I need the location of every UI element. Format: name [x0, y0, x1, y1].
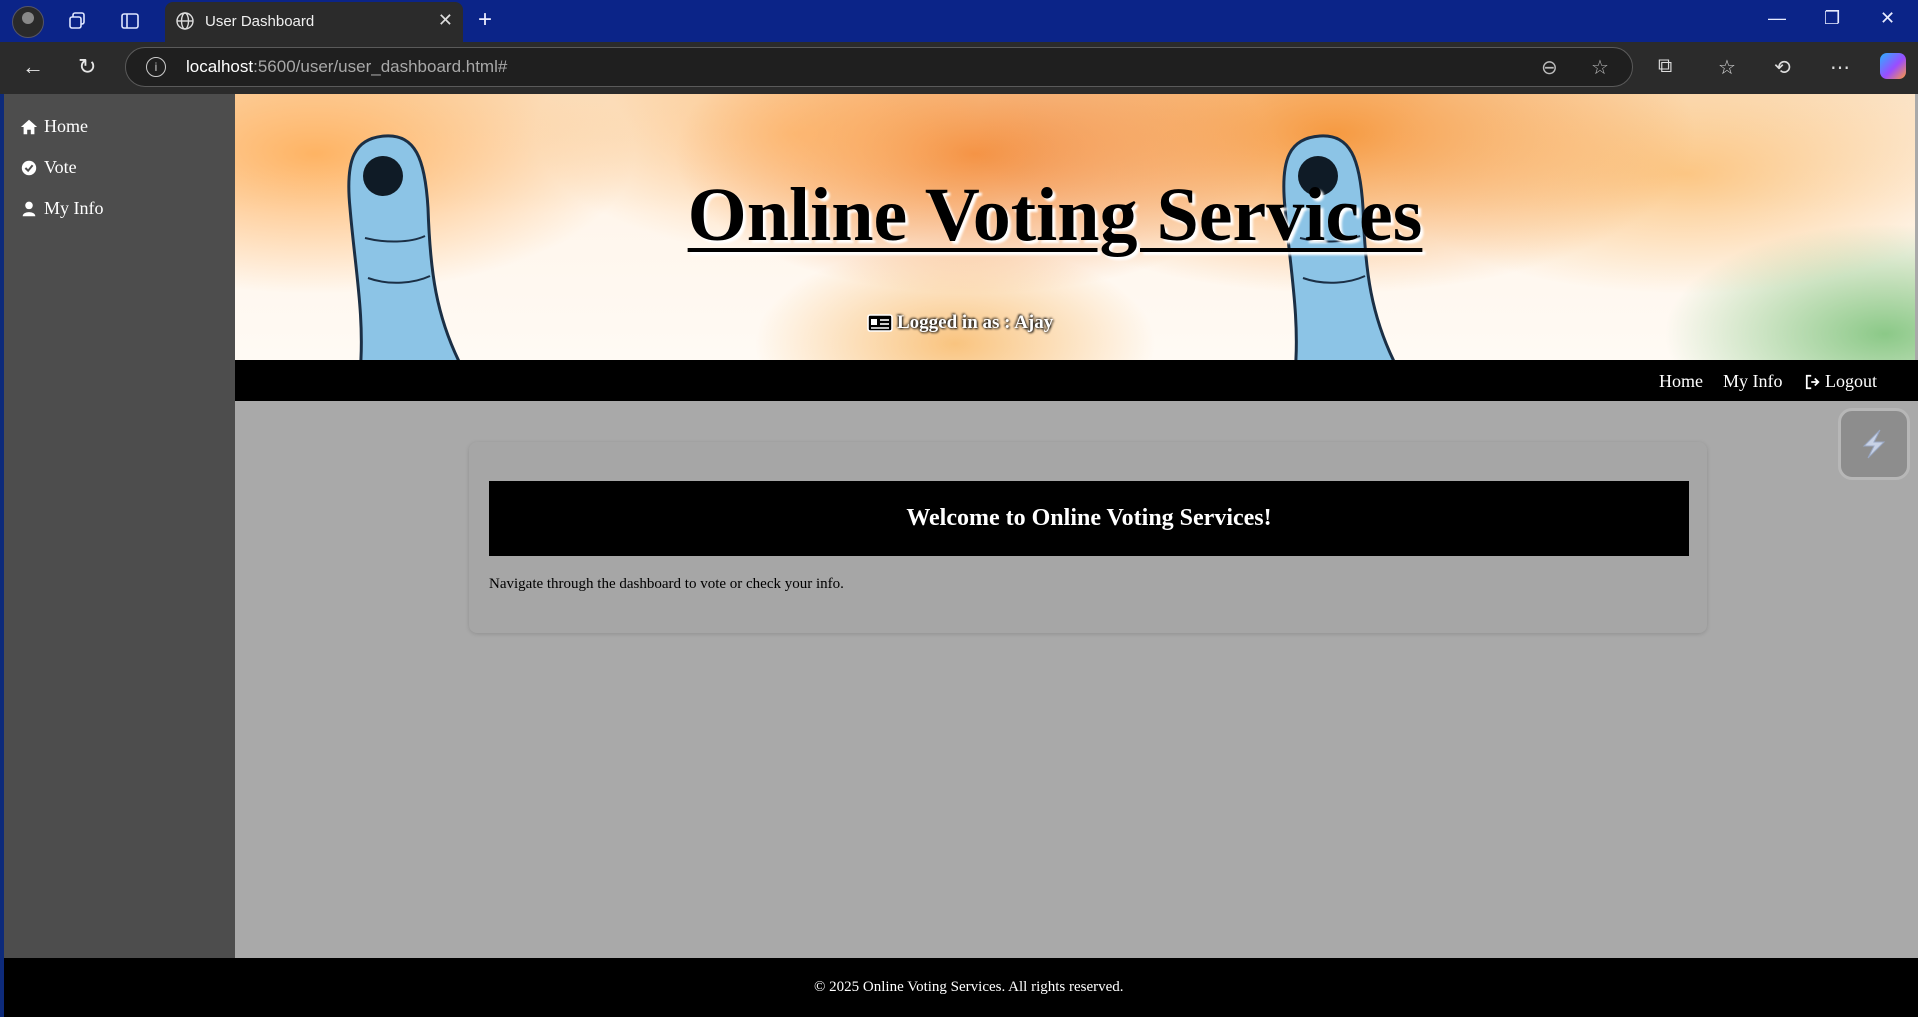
check-circle-icon — [21, 160, 37, 175]
more-menu-icon[interactable]: ⋯ — [1830, 55, 1850, 80]
top-navbar: Home My Info Logout — [235, 360, 1918, 401]
close-tab-icon[interactable]: ✕ — [438, 10, 453, 31]
nav-link-my-info[interactable]: My Info — [1723, 371, 1783, 392]
lightning-slash-icon — [1862, 429, 1886, 459]
nav-link-logout-label: Logout — [1825, 371, 1877, 391]
browser-tab-bar: User Dashboard ✕ + — ❐ ✕ — [0, 0, 1918, 42]
address-bar[interactable]: i localhost:5600/user/user_dashboard.htm… — [125, 47, 1633, 87]
home-icon — [20, 119, 38, 134]
profile-avatar[interactable] — [12, 6, 44, 38]
extensions-icon[interactable]: ⧉ — [1658, 55, 1672, 78]
page-footer: © 2025 Online Voting Services. All right… — [4, 958, 1918, 1017]
active-tab[interactable]: User Dashboard ✕ — [165, 2, 463, 42]
refresh-icon[interactable]: ↻ — [78, 54, 96, 80]
nav-link-home[interactable]: Home — [1659, 371, 1703, 392]
copilot-icon[interactable] — [1880, 53, 1906, 79]
back-icon[interactable]: ← — [22, 54, 44, 80]
close-window-icon[interactable]: ✕ — [1880, 8, 1895, 29]
favorite-star-icon[interactable]: ☆ — [1591, 55, 1609, 80]
logout-icon — [1805, 374, 1820, 389]
id-card-icon — [867, 314, 893, 332]
inked-finger-image-left — [347, 134, 460, 360]
welcome-card: Welcome to Online Voting Services! Navig… — [469, 442, 1707, 633]
footer-text: © 2025 Online Voting Services. All right… — [814, 979, 1124, 995]
sidebar-item-label: My Info — [44, 198, 104, 218]
welcome-description: Navigate through the dashboard to vote o… — [489, 576, 844, 592]
minimize-icon[interactable]: — — [1768, 8, 1786, 29]
sidebar-item-label: Home — [44, 116, 88, 136]
url-text: localhost:5600/user/user_dashboard.html# — [186, 57, 508, 76]
favorites-icon[interactable]: ☆ — [1718, 55, 1736, 80]
welcome-heading: Welcome to Online Voting Services! — [489, 481, 1689, 556]
header-banner: Online Voting Services Logged in as : Aj… — [235, 94, 1915, 360]
nav-link-my-info-label: My Info — [1723, 371, 1783, 391]
globe-icon — [176, 12, 194, 30]
workspaces-icon[interactable] — [64, 8, 90, 34]
sidebar-item-vote[interactable]: Vote — [20, 157, 77, 178]
sidebar-item-home[interactable]: Home — [20, 116, 88, 137]
nav-link-logout[interactable]: Logout — [1805, 371, 1877, 392]
tab-title: User Dashboard — [205, 13, 315, 30]
logged-in-status: Logged in as : Ajay — [867, 312, 1053, 334]
restore-icon[interactable]: ❐ — [1824, 8, 1840, 29]
sidebar-item-my-info[interactable]: My Info — [20, 198, 104, 219]
browser-toolbar: ← ↻ i localhost:5600/user/user_dashboard… — [0, 42, 1918, 94]
site-title: Online Voting Services — [687, 173, 1423, 257]
new-tab-button[interactable]: + — [478, 6, 492, 34]
history-icon[interactable]: ⟲ — [1774, 55, 1791, 80]
vertical-tabs-icon[interactable] — [117, 8, 143, 34]
nav-link-home-label: Home — [1659, 371, 1703, 391]
page-viewport: Home Vote My Info Online Voting Services… — [4, 94, 1918, 1017]
logged-in-text: Logged in as : Ajay — [897, 312, 1054, 333]
zoom-icon[interactable]: ⊖ — [1541, 55, 1558, 80]
site-info-icon[interactable]: i — [146, 57, 166, 77]
sidebar: Home Vote My Info — [4, 94, 235, 958]
user-icon — [22, 201, 36, 216]
sidebar-item-label: Vote — [44, 157, 77, 177]
floating-assistant-button[interactable] — [1838, 408, 1910, 480]
